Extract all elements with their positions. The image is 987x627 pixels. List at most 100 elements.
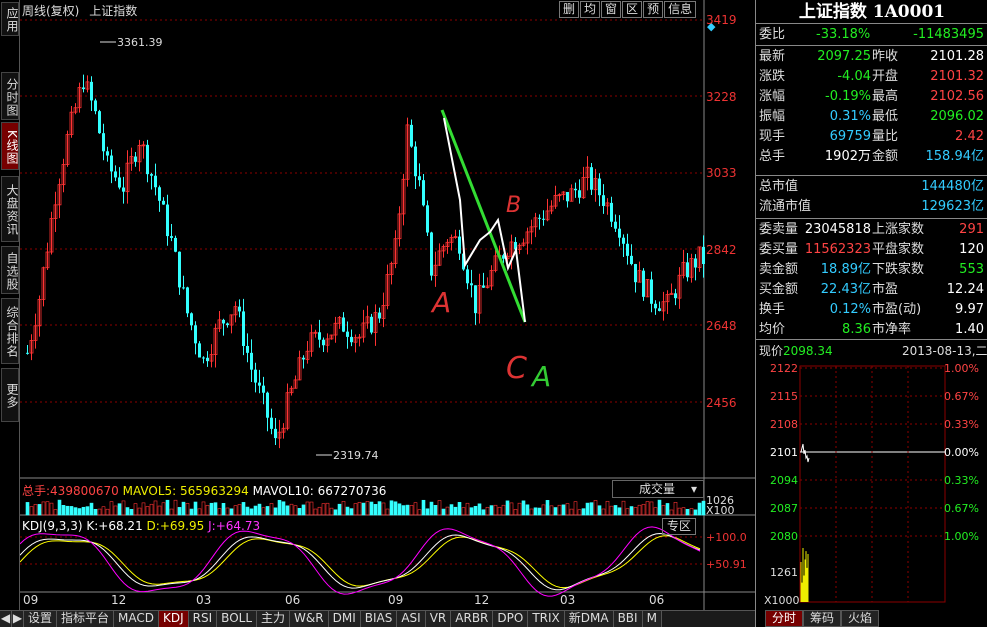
volume-bar bbox=[649, 501, 654, 516]
quote-l2: 最低 bbox=[872, 109, 899, 124]
tab-prev-arrow-icon[interactable]: ◀ bbox=[0, 611, 12, 627]
volume-bar bbox=[693, 509, 698, 516]
tab-rsi[interactable]: RSI bbox=[188, 611, 218, 627]
indicator-select[interactable]: 成交量 ▾ bbox=[612, 480, 704, 498]
volume-bar bbox=[269, 503, 274, 516]
quote-row: 总手 1902万 金额 158.94亿 bbox=[756, 147, 987, 167]
kdj-d: +69.95 bbox=[159, 519, 205, 533]
tab-intraday[interactable]: 分时 bbox=[765, 610, 804, 627]
volume-bar bbox=[369, 501, 374, 516]
tab-bbi[interactable]: BBI bbox=[613, 611, 643, 627]
tab-[interactable]: 主力 bbox=[257, 611, 291, 627]
market-cap-label: 总市值 bbox=[759, 179, 799, 194]
volume-bar bbox=[149, 503, 154, 516]
side-item-intraday[interactable]: 分时图 bbox=[1, 72, 19, 120]
window-button[interactable]: 窗 bbox=[601, 1, 622, 18]
volume-bar bbox=[441, 508, 446, 516]
volume-bar bbox=[377, 501, 382, 516]
kdj-k: +68.21 bbox=[98, 519, 143, 533]
volume-bar bbox=[317, 506, 322, 516]
now-price-label: 现价 bbox=[759, 344, 784, 358]
range-button[interactable]: 区 bbox=[622, 1, 643, 18]
volume-bar bbox=[37, 504, 42, 516]
tab-next-arrow-icon[interactable]: ▶ bbox=[12, 611, 24, 627]
average-button[interactable]: 均 bbox=[580, 1, 601, 18]
candle-body bbox=[166, 204, 169, 237]
volume-bar bbox=[657, 499, 662, 516]
side-nav: 应用 分时图 K线图 大盘资讯 自选股 综合排名 更多 bbox=[0, 0, 20, 610]
tab-[interactable]: 指标平台 bbox=[57, 611, 115, 627]
tab-vr[interactable]: VR bbox=[425, 611, 452, 627]
kdj-title: KDJ(9,3,3) bbox=[22, 519, 83, 533]
intraday-mini-chart[interactable]: 2122 1.00% 2115 0.67% 2108 0.33% 2101 0.00% 2094… bbox=[756, 358, 987, 610]
candle-body bbox=[422, 180, 425, 206]
intraday-pct-label: 1.00% bbox=[944, 530, 979, 543]
volume-bar bbox=[633, 507, 638, 516]
volume-bar bbox=[513, 509, 518, 516]
tab-trix[interactable]: TRIX bbox=[528, 611, 565, 627]
volume-bar bbox=[165, 499, 170, 516]
weicha-value: -11483495 bbox=[913, 27, 984, 42]
quote-l1: 换手 bbox=[759, 302, 786, 317]
volume-bar bbox=[133, 503, 138, 516]
volume-bar bbox=[229, 508, 234, 516]
quote-v1: -4.04 bbox=[837, 69, 871, 84]
tab-wr[interactable]: W&R bbox=[290, 611, 329, 627]
tab-dmi[interactable]: DMI bbox=[328, 611, 361, 627]
intraday-price-label: 2087 bbox=[770, 502, 798, 515]
kdj-d-line bbox=[20, 535, 701, 589]
volume-bar bbox=[701, 500, 706, 516]
volume-bar bbox=[345, 506, 350, 516]
tab-[interactable]: 设置 bbox=[24, 611, 58, 627]
tab-flame[interactable]: 火焰 bbox=[841, 610, 880, 627]
side-item-apps[interactable]: 应用 bbox=[1, 2, 19, 36]
candle-body bbox=[154, 175, 157, 188]
tab-dma[interactable]: 新DMA bbox=[564, 611, 614, 627]
volume-bar bbox=[449, 504, 454, 516]
tab-kdj[interactable]: KDJ bbox=[159, 611, 189, 627]
side-item-kline[interactable]: K线图 bbox=[1, 122, 19, 170]
tab-dpo[interactable]: DPO bbox=[493, 611, 529, 627]
candle-body bbox=[566, 191, 569, 202]
candle-body bbox=[430, 232, 433, 276]
forecast-button[interactable]: 预 bbox=[643, 1, 664, 18]
handwriting-label: A bbox=[530, 360, 551, 393]
candle-body bbox=[414, 146, 417, 177]
candle-body bbox=[162, 200, 165, 205]
info-button[interactable]: 信息 bbox=[664, 1, 697, 18]
volume-bar bbox=[409, 505, 414, 516]
tab-arbr[interactable]: ARBR bbox=[451, 611, 494, 627]
volume-bar bbox=[557, 504, 562, 516]
candle-body bbox=[482, 285, 485, 288]
quote-v2: 291 bbox=[959, 222, 984, 237]
volume-bar bbox=[45, 501, 50, 516]
side-item-watchlist[interactable]: 自选股 bbox=[1, 246, 19, 294]
quote-row: 均价 8.36 市净率 1.40 bbox=[756, 320, 987, 340]
delete-button[interactable]: 删 bbox=[559, 1, 580, 18]
tab-asi[interactable]: ASI bbox=[397, 611, 426, 627]
chart-security-name: 上证指数 bbox=[89, 4, 138, 18]
side-item-more[interactable]: 更多 bbox=[1, 368, 19, 422]
volume-bar bbox=[309, 501, 314, 516]
volume-bar bbox=[505, 500, 510, 516]
tab-bias[interactable]: BIAS bbox=[360, 611, 398, 627]
volume-bar bbox=[33, 504, 38, 516]
zone-button[interactable]: 专区 bbox=[662, 518, 697, 535]
volume-bar bbox=[285, 505, 290, 516]
candle-body bbox=[538, 217, 541, 219]
quote-v2: 2.42 bbox=[955, 129, 984, 144]
volume-bar bbox=[61, 505, 66, 516]
tab-boll[interactable]: BOLL bbox=[217, 611, 258, 627]
volume-bar bbox=[129, 509, 134, 516]
tab-chips[interactable]: 筹码 bbox=[803, 610, 842, 627]
side-item-market-news[interactable]: 大盘资讯 bbox=[1, 176, 19, 242]
quote-l1: 涨幅 bbox=[759, 89, 786, 104]
candle-body bbox=[346, 331, 349, 337]
volume-bar bbox=[341, 501, 346, 516]
tab-m[interactable]: M bbox=[642, 611, 662, 627]
tab-macd[interactable]: MACD bbox=[114, 611, 160, 627]
side-item-ranking[interactable]: 综合排名 bbox=[1, 298, 19, 364]
volume-bar bbox=[237, 504, 242, 516]
quote-l1: 总手 bbox=[759, 149, 786, 164]
indicator-tabs: ◀ ▶ 设置 指标平台 MACD KDJ RSI BOLL 主力 W&R DMI BIAS ASI VR A… bbox=[0, 610, 755, 627]
